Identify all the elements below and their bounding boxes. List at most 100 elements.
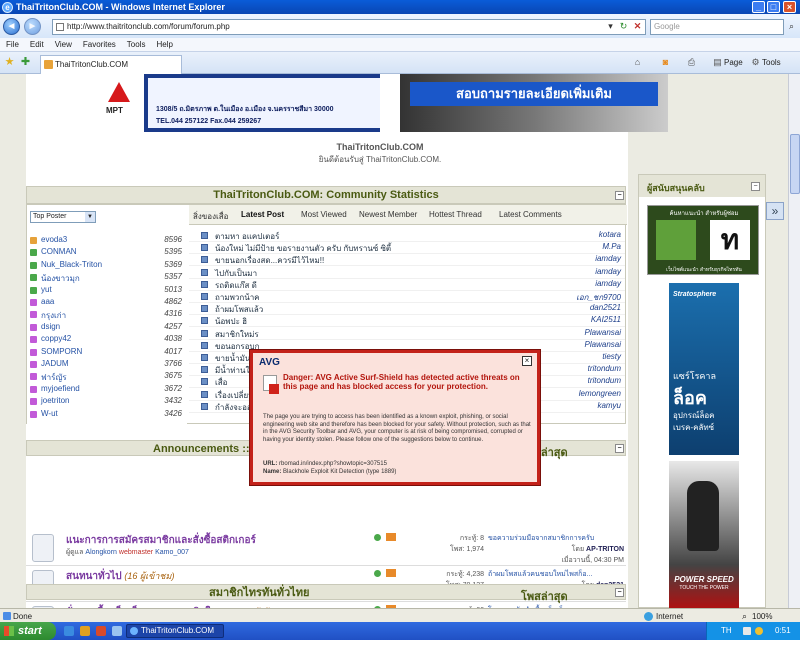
latest-post-user[interactable]: iamday: [595, 279, 621, 288]
top-poster-row[interactable]: กรุงเก่า 4316: [30, 309, 185, 321]
menu-favorites[interactable]: Favorites: [83, 40, 116, 49]
top-poster-row[interactable]: JADUM 3766: [30, 359, 185, 371]
tab-hottest-thread[interactable]: Hottest Thread: [429, 210, 482, 219]
top-poster-row[interactable]: myjoefiend 3672: [30, 384, 185, 396]
latest-post-user[interactable]: kamyu: [597, 401, 621, 410]
latest-post-user[interactable]: iamday: [595, 267, 621, 276]
poster-name[interactable]: dsign: [41, 322, 60, 331]
latest-post-row[interactable]: ถามพวกน้าค เอก_ชก9700: [189, 291, 625, 303]
poster-name[interactable]: น้องขาวมุก: [41, 272, 80, 285]
top-poster-row[interactable]: joetriton 3432: [30, 396, 185, 408]
rss-icon[interactable]: [386, 569, 396, 577]
latest-post-row[interactable]: ไปกับเป็นมา iamday: [189, 267, 625, 279]
latest-post-user[interactable]: tritondum: [588, 376, 621, 385]
latest-post-title[interactable]: รถติดแก๊ส ดี: [215, 279, 257, 292]
tools-gear-icon[interactable]: ⚙: [750, 57, 761, 68]
latest-post-row[interactable]: ขายนอกเรื่องสด...ควรมีไว้ไหม!! iamday: [189, 254, 625, 267]
sponsor-ad-1[interactable]: ค้นหาแนะนำ สำหรับผู้ซ่อม ท เว็บไซต์แนะนำ…: [647, 205, 759, 275]
top-poster-row[interactable]: evoda3 8596: [30, 235, 185, 247]
tray-network-icon[interactable]: [743, 627, 751, 635]
poster-name[interactable]: yut: [41, 285, 52, 294]
top-poster-row[interactable]: น้องขาวมุก 5357: [30, 272, 185, 284]
page-icon[interactable]: ▤: [712, 57, 723, 68]
taskbar-item-ie[interactable]: ThaiTritonClub.COM -...: [126, 624, 224, 647]
close-window-button[interactable]: ×: [783, 1, 796, 13]
page-menu[interactable]: Page: [724, 58, 743, 67]
latest-post-title[interactable]: น้อพปะ ฮิ: [215, 315, 247, 328]
poster-name[interactable]: SOMPORN: [41, 347, 82, 356]
maximize-button[interactable]: □: [767, 1, 780, 13]
latest-post-title[interactable]: ถ้าผมโพสแล้ว: [215, 303, 263, 316]
poster-name[interactable]: กรุงเก่า: [41, 309, 66, 322]
top-poster-row[interactable]: SOMPORN 4017: [30, 347, 185, 359]
poster-name[interactable]: ฟาร์ญัร: [41, 371, 67, 384]
latest-post-user[interactable]: Plawansai: [585, 340, 621, 349]
latest-post-title[interactable]: ถามพวกน้าค: [215, 291, 260, 304]
forum-title[interactable]: แนะการการสมัครสมาชิกและสั่งซื้อสติกเกอร์: [66, 533, 256, 548]
top-poster-row[interactable]: aaa 4862: [30, 297, 185, 309]
scrollbar-thumb[interactable]: [790, 134, 800, 194]
close-icon[interactable]: ×: [522, 356, 532, 366]
tab-latest-post[interactable]: Latest Post: [241, 210, 284, 219]
latest-post-user[interactable]: iamday: [595, 254, 621, 263]
stop-icon[interactable]: ✕: [632, 21, 643, 32]
collapse-icon[interactable]: −: [615, 444, 624, 453]
top-poster-row[interactable]: Nuk_Black-Triton 5369: [30, 260, 185, 272]
tab-newest-member[interactable]: Newest Member: [359, 210, 417, 219]
poster-name[interactable]: aaa: [41, 297, 54, 306]
banner-left[interactable]: MPT 1308/5 ถ.มิตรภาพ ต.ในเมือง อ.เมือง จ…: [94, 74, 380, 132]
language-indicator[interactable]: TH: [721, 626, 732, 635]
poster-name[interactable]: JADUM: [41, 359, 69, 368]
zoom-icon[interactable]: ⌕: [742, 611, 747, 622]
sponsor-ad-2[interactable]: Stratosphere แซร์โรคาล ล็อค อุปกรณ์ล็อค …: [669, 283, 739, 455]
latest-post-user[interactable]: lemongreen: [579, 389, 621, 398]
latest-post-user[interactable]: kotara: [599, 230, 621, 239]
search-icon[interactable]: ⌕: [786, 21, 797, 32]
menu-view[interactable]: View: [55, 40, 72, 49]
folder-quicklaunch-icon[interactable]: [80, 626, 90, 636]
print-icon[interactable]: ⎙: [686, 57, 697, 68]
latest-post-row[interactable]: น้องใหม่ ไม่มีป้าย ขอรายงานตัว ครับ กับท…: [189, 242, 625, 255]
latest-post-title[interactable]: เสื่อ: [215, 376, 227, 389]
dropdown-icon[interactable]: ▾: [605, 21, 616, 32]
tab-most-viewed[interactable]: Most Viewed: [301, 210, 347, 219]
latest-post-user[interactable]: tritondum: [588, 364, 621, 373]
latest-post-title[interactable]: ตามหา อแคปเตอร์: [215, 230, 279, 243]
start-button[interactable]: start: [0, 622, 56, 640]
poster-name[interactable]: CONMAN: [41, 247, 77, 256]
tools-menu[interactable]: Tools: [762, 58, 781, 67]
latest-post-user[interactable]: เอก_ชก9700: [576, 291, 621, 304]
top-poster-row[interactable]: dsign 4257: [30, 322, 185, 334]
menu-file[interactable]: File: [6, 40, 19, 49]
latest-post-row[interactable]: ถ้าผมโพสแล้ว dan2521: [189, 303, 625, 316]
minimize-button[interactable]: _: [752, 1, 765, 13]
home-icon[interactable]: ⌂: [632, 57, 643, 68]
top-poster-row[interactable]: coppy42 4038: [30, 334, 185, 346]
add-favorites-icon[interactable]: ✚: [20, 57, 31, 68]
top-poster-row[interactable]: yut 5013: [30, 285, 185, 297]
latest-post-user[interactable]: M.Pa: [602, 242, 621, 251]
forum-row[interactable]: แนะการการสมัครสมาชิกและสั่งซื้อสติกเกอร์…: [26, 530, 626, 566]
latest-post-user[interactable]: dan2521: [590, 303, 621, 312]
poster-name[interactable]: myjoefiend: [41, 384, 80, 393]
latest-post-user[interactable]: KAI2511: [591, 315, 621, 324]
menu-tools[interactable]: Tools: [127, 40, 146, 49]
latest-post-user[interactable]: Plawansai: [585, 328, 621, 337]
collapse-icon[interactable]: −: [615, 191, 624, 200]
latest-post-title[interactable]: ไปกับเป็นมา: [215, 267, 257, 280]
vertical-scrollbar[interactable]: [788, 74, 800, 608]
tab-items[interactable]: สิ่งของเสื่อ: [193, 210, 228, 223]
poster-name[interactable]: evoda3: [41, 235, 67, 244]
latest-post-row[interactable]: ตามหา อแคปเตอร์ kotara: [189, 230, 625, 242]
poster-name[interactable]: joetriton: [41, 396, 69, 405]
rss-icon[interactable]: [386, 533, 396, 541]
desktop-quicklaunch-icon[interactable]: [112, 626, 122, 636]
banner-right[interactable]: สอบถามรายละเอียดเพิ่มเติม: [400, 74, 668, 132]
poster-name[interactable]: coppy42: [41, 334, 71, 343]
top-poster-row[interactable]: W-ut 3426: [30, 409, 185, 421]
latest-post-title[interactable]: น้องใหม่ ไม่มีป้าย ขอรายงานตัว ครับ กับท…: [215, 242, 391, 255]
forward-button[interactable]: ►: [24, 18, 41, 35]
latest-post-row[interactable]: น้อพปะ ฮิ KAI2511: [189, 315, 625, 328]
menu-help[interactable]: Help: [156, 40, 172, 49]
tray-volume-icon[interactable]: [755, 627, 763, 635]
